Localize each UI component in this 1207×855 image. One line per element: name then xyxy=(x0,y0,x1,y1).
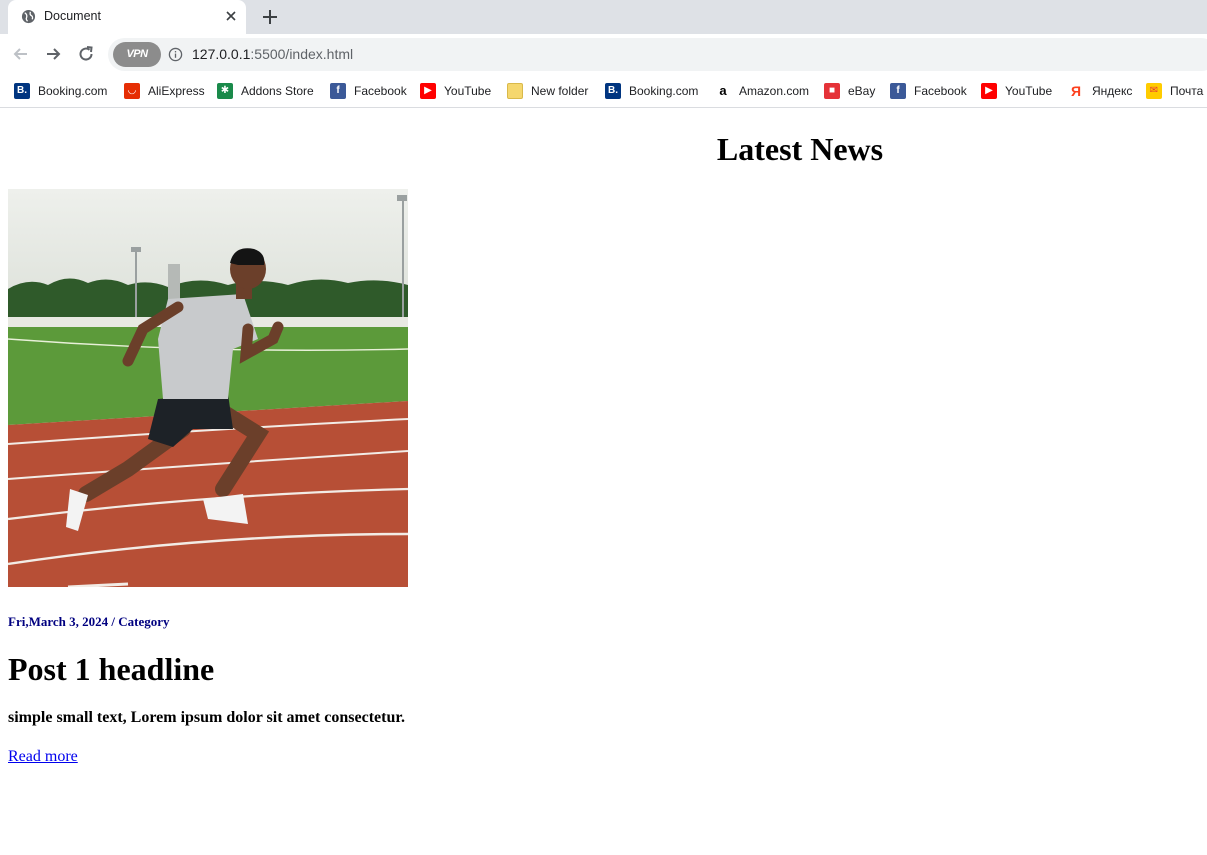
bookmark-label: Amazon.com xyxy=(739,84,810,98)
back-arrow-icon[interactable] xyxy=(11,44,31,64)
info-icon[interactable] xyxy=(168,47,183,62)
url-host: 127.0.0.1 xyxy=(192,46,251,62)
mail-icon: ✉ xyxy=(1146,83,1162,99)
browser-tab[interactable]: Document xyxy=(8,0,246,34)
close-icon[interactable] xyxy=(223,8,239,24)
page-title: Latest News xyxy=(716,131,884,167)
facebook-icon: f xyxy=(890,83,906,99)
post-summary: simple small text, Lorem ipsum dolor sit… xyxy=(8,709,405,726)
bookmark-label: Facebook xyxy=(354,84,407,98)
bookmark-label: Booking.com xyxy=(38,84,108,98)
booking-icon: B. xyxy=(605,83,621,99)
browser-toolbar: VPN 127.0.0.1:5500/index.html xyxy=(0,34,1207,74)
bookmark-label: Яндекс xyxy=(1092,84,1133,98)
new-tab-plus-icon[interactable] xyxy=(261,8,279,26)
bookmark-youtube[interactable]: ▶ YouTube xyxy=(981,82,1052,100)
post-headline: Post 1 headline xyxy=(8,651,215,687)
amazon-icon: a xyxy=(715,83,731,99)
bookmark-label: Facebook xyxy=(914,84,967,98)
address-bar[interactable]: VPN 127.0.0.1:5500/index.html xyxy=(108,38,1207,71)
bookmark-booking-com[interactable]: B. Booking.com xyxy=(14,82,107,100)
tab-title: Document xyxy=(44,9,101,23)
bookmark-label: YouTube xyxy=(444,84,492,98)
bookmark-amazon-com[interactable]: a Amazon.com xyxy=(715,82,809,100)
bookmark-label: Booking.com xyxy=(629,84,699,98)
read-more-link[interactable]: Read more xyxy=(8,748,78,766)
post-meta: Fri,March 3, 2024 / Category xyxy=(8,614,170,629)
bookmark-ebay[interactable]: ■ eBay xyxy=(824,82,875,100)
bookmark-label: YouTube xyxy=(1005,84,1053,98)
bookmark-яндекс[interactable]: Я Яндекс xyxy=(1068,82,1132,100)
bookmark-facebook[interactable]: f Facebook xyxy=(890,82,967,100)
folder-icon xyxy=(507,83,523,99)
vpn-badge[interactable]: VPN xyxy=(113,42,161,67)
url-text: 127.0.0.1:5500/index.html xyxy=(192,46,353,62)
bookmarks-bar: B. Booking.com ◡ AliExpress ✱ Addons Store f Fa… xyxy=(0,74,1207,108)
page-content: Latest News Fri,March 3, 2024 / Category… xyxy=(0,109,1207,855)
url-path: :5500/index.html xyxy=(250,46,354,62)
bookmark-facebook[interactable]: f Facebook xyxy=(330,82,407,100)
bookmark-label: eBay xyxy=(848,84,876,98)
youtube-icon: ▶ xyxy=(420,83,436,99)
bookmark-booking-com[interactable]: B. Booking.com xyxy=(605,82,698,100)
bookmark-addons-store[interactable]: ✱ Addons Store xyxy=(217,82,314,100)
bookmark-label: Addons Store xyxy=(241,84,314,98)
aliexpress-icon: ◡ xyxy=(124,83,140,99)
ebay-icon: ■ xyxy=(824,83,840,99)
bookmark-aliexpress[interactable]: ◡ AliExpress xyxy=(124,82,205,100)
forward-arrow-icon[interactable] xyxy=(43,44,63,64)
bookmark-label: AliExpress xyxy=(148,84,205,98)
facebook-icon: f xyxy=(330,83,346,99)
bookmark-почта[interactable]: ✉ Почта xyxy=(1146,82,1203,100)
reload-icon[interactable] xyxy=(76,44,96,64)
post-image xyxy=(8,189,408,587)
youtube-icon: ▶ xyxy=(981,83,997,99)
post-card: Fri,March 3, 2024 / Category Post 1 head… xyxy=(8,189,408,765)
bookmark-label: Почта xyxy=(1170,84,1204,98)
bookmark-youtube[interactable]: ▶ YouTube xyxy=(420,82,491,100)
addons-store-icon: ✱ xyxy=(217,83,233,99)
tab-strip: Document xyxy=(0,0,1207,34)
booking-icon: B. xyxy=(14,83,30,99)
bookmark-new-folder[interactable]: New folder xyxy=(507,82,588,100)
bookmark-label: New folder xyxy=(531,84,589,98)
globe-icon xyxy=(21,9,36,24)
yandex-icon: Я xyxy=(1068,83,1084,99)
